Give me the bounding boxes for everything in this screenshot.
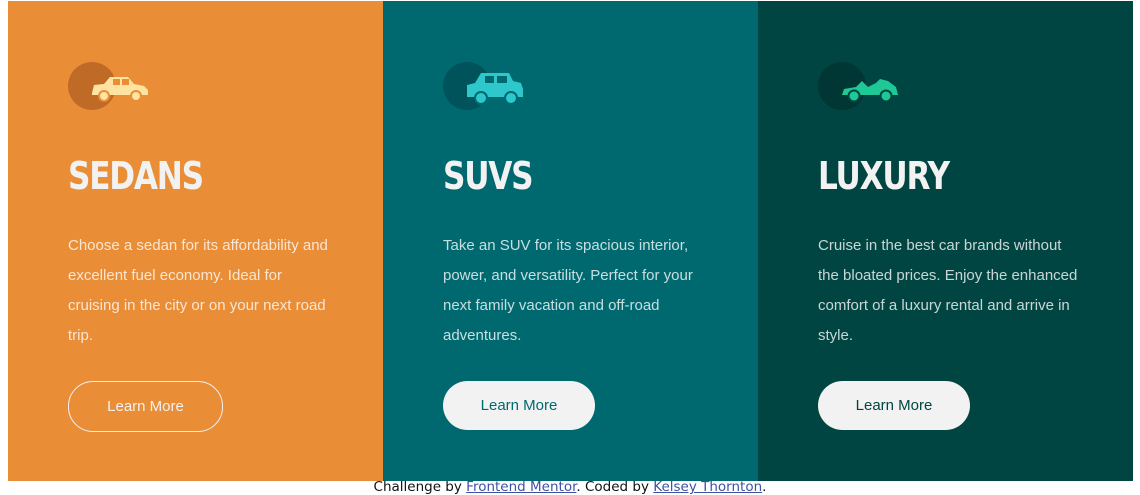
sedan-car-icon — [68, 61, 158, 113]
luxury-car-icon-svg — [842, 79, 898, 103]
attribution-footer: Challenge by Frontend Mentor. Coded by K… — [0, 479, 1140, 495]
cards-container: SEDANS Choose a sedan for its affordabil… — [8, 1, 1133, 481]
author-link[interactable]: Kelsey Thornton — [653, 479, 762, 495]
card-suvs: SUVS Take an SUV for its spacious interi… — [383, 1, 758, 481]
footer-middle: . Coded by — [576, 479, 654, 495]
learn-more-button[interactable]: Learn More — [68, 381, 223, 432]
card-description: Cruise in the best car brands without th… — [818, 237, 1078, 344]
frontend-mentor-link[interactable]: Frontend Mentor — [466, 479, 576, 495]
suv-car-icon — [443, 61, 533, 113]
card-sedans: SEDANS Choose a sedan for its affordabil… — [8, 1, 383, 481]
footer-prefix: Challenge by — [373, 479, 467, 495]
card-description: Take an SUV for its spacious interior, p… — [443, 237, 693, 344]
card-title: SUVS — [443, 154, 534, 198]
luxury-car-icon — [818, 61, 908, 113]
card-title: LUXURY — [818, 154, 950, 198]
card-description: Choose a sedan for its affordability and… — [68, 237, 328, 344]
learn-more-button[interactable]: Learn More — [818, 381, 970, 430]
card-luxury: LUXURY Cruise in the best car brands wit… — [758, 1, 1133, 481]
suv-car-icon-svg — [467, 73, 523, 105]
sedan-car-icon-svg — [92, 77, 148, 102]
footer-suffix: . — [762, 479, 767, 495]
card-title: SEDANS — [68, 154, 204, 198]
learn-more-button[interactable]: Learn More — [443, 381, 595, 430]
